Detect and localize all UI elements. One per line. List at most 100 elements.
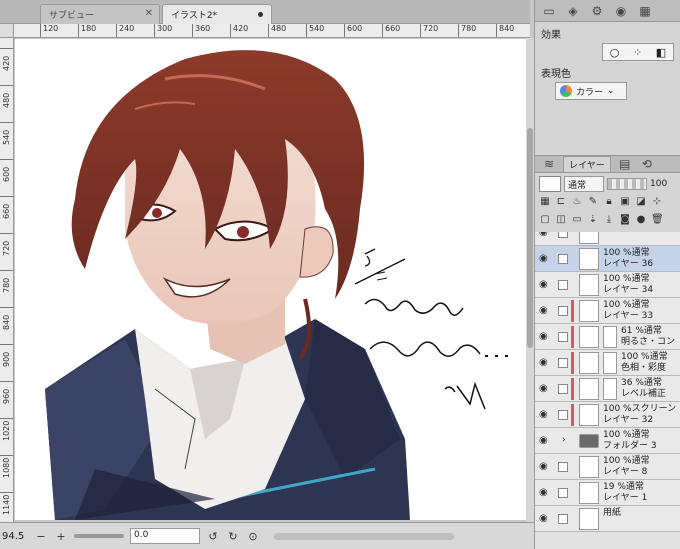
layer-row[interactable]: ◉ 100 %通常 レイヤー 8 xyxy=(535,454,680,480)
expression-color-dropdown[interactable]: カラー ⌄ xyxy=(555,82,627,100)
lock-transparent-icon[interactable]: ▣ xyxy=(619,196,631,208)
layer-select-checkbox[interactable] xyxy=(558,358,568,368)
ruler-left-label: 540 xyxy=(0,122,13,159)
layer-row[interactable]: ◉ 100 %スクリーン レイヤー 32 xyxy=(535,402,680,428)
zoom-slider[interactable] xyxy=(74,534,124,538)
layer-row[interactable]: ◉ › 100 %通常 フォルダー 3 xyxy=(535,428,680,454)
ruler-left-value: 720 xyxy=(2,240,11,256)
modified-dot-icon xyxy=(258,12,263,17)
zoom-out-button[interactable]: − xyxy=(34,530,48,543)
layer-row[interactable]: ◉ 61 %通常 明るさ・コン xyxy=(535,324,680,350)
layer-row[interactable]: ◉ レイヤー 37 xyxy=(535,232,680,246)
navigator-icon[interactable]: ▤ xyxy=(617,157,633,171)
rotation-angle-field[interactable]: 0.0 xyxy=(130,528,200,544)
transfer-down-icon[interactable]: ⇣ xyxy=(587,214,599,226)
visibility-eye-icon[interactable]: ◉ xyxy=(539,435,548,446)
merge-down-icon[interactable]: ⤓ xyxy=(603,214,615,226)
ruler-left-label: 720 xyxy=(0,233,13,270)
protect-alpha-icon[interactable]: ▦ xyxy=(539,196,551,208)
layer-row[interactable]: ◉ 19 %通常 レイヤー 1 xyxy=(535,480,680,506)
tab-layer[interactable]: レイヤー xyxy=(563,155,611,173)
visibility-eye-icon[interactable]: ◉ xyxy=(539,331,548,342)
layer-mask-icon[interactable]: ◙ xyxy=(619,214,631,226)
visibility-eye-icon[interactable]: ◉ xyxy=(539,305,548,316)
layer-select-checkbox[interactable] xyxy=(558,488,568,498)
brush-size-icon[interactable]: ⚙ xyxy=(589,4,605,18)
new-vector-layer-icon[interactable]: ◫ xyxy=(555,214,567,226)
drawing-canvas[interactable] xyxy=(15,39,526,520)
layer-stack-icon[interactable]: ≋ xyxy=(541,157,557,171)
layer-row[interactable]: ◉ 100 %通常 レイヤー 34 xyxy=(535,272,680,298)
layer-name: レイヤー 32 xyxy=(603,415,654,425)
color-set-icon[interactable]: ▦ xyxy=(637,4,653,18)
visibility-eye-icon[interactable]: ◉ xyxy=(539,513,548,524)
history-icon[interactable]: ⟲ xyxy=(639,157,655,171)
visibility-eye-icon[interactable]: ◉ xyxy=(539,279,548,290)
ruler-top-label: 240 xyxy=(116,24,134,37)
layer-row[interactable]: ◉ 36 %通常 レベル補正 xyxy=(535,376,680,402)
layer-select-checkbox[interactable] xyxy=(558,232,568,238)
color-mode-icon xyxy=(560,85,572,97)
new-raster-layer-icon[interactable]: ▢ xyxy=(539,214,551,226)
zoom-value: 94.5 xyxy=(2,530,25,542)
vertical-scroll-thumb[interactable] xyxy=(527,128,533,348)
layer-select-checkbox[interactable] xyxy=(558,384,568,394)
horizontal-scrollbar[interactable] xyxy=(274,532,454,540)
reference-icon[interactable]: ♨ xyxy=(571,196,583,208)
layer-select-checkbox[interactable] xyxy=(558,254,568,264)
mask-icon[interactable]: ◪ xyxy=(635,196,647,208)
layer-select-checkbox[interactable] xyxy=(558,462,568,472)
ruler-top-label: 540 xyxy=(306,24,324,37)
color-wheel-icon[interactable]: ◉ xyxy=(613,4,629,18)
layer-name: レイヤー 8 xyxy=(603,467,648,477)
clip-icon[interactable]: ⊏ xyxy=(555,196,567,208)
layer-select-checkbox[interactable] xyxy=(558,514,568,524)
tab-illust2[interactable]: イラスト2* xyxy=(162,4,272,24)
rotate-left-icon[interactable]: ↺ xyxy=(206,530,220,543)
visibility-eye-icon[interactable]: ◉ xyxy=(539,253,548,264)
circle-effect-icon[interactable]: ○ xyxy=(610,46,620,59)
layer-row[interactable]: ◉ 100 %通常 色相・彩度 xyxy=(535,350,680,376)
folder-expand-icon[interactable]: › xyxy=(562,435,566,445)
clipping-indicator xyxy=(571,404,574,426)
ruler-icon[interactable]: ⊹ xyxy=(651,196,663,208)
status-bar: 94.5 − + 0.0 ↺ ↻ ⊙ xyxy=(0,522,534,549)
layer-color-swatch[interactable] xyxy=(539,176,561,192)
lock-icon[interactable]: 🔒︎ xyxy=(603,196,615,208)
layer-select-checkbox[interactable] xyxy=(558,410,568,420)
delete-layer-icon[interactable]: 🗑︎ xyxy=(651,214,664,226)
ruler-left-label: 960 xyxy=(0,381,13,418)
texture-effect-icon[interactable]: ⁘ xyxy=(633,46,642,59)
layer-row[interactable]: ◉ 100 %通常 レイヤー 33 xyxy=(535,298,680,324)
sub-tool-icon[interactable]: ◈ xyxy=(565,4,581,18)
layer-select-checkbox[interactable] xyxy=(558,332,568,342)
draft-icon[interactable]: ✎ xyxy=(587,196,599,208)
reset-rotation-icon[interactable]: ⊙ xyxy=(246,530,260,543)
visibility-eye-icon[interactable]: ◉ xyxy=(539,232,548,238)
layers-effect-icon[interactable]: ◧ xyxy=(656,46,666,59)
layer-row[interactable]: ◉ 用紙 xyxy=(535,506,680,532)
folder-icon xyxy=(579,434,599,448)
layer-row[interactable]: ◉ 100 %通常 レイヤー 36 xyxy=(535,246,680,272)
rotate-right-icon[interactable]: ↻ xyxy=(226,530,240,543)
visibility-eye-icon[interactable]: ◉ xyxy=(539,357,548,368)
apply-mask-icon[interactable]: ● xyxy=(635,214,647,226)
tab-subview[interactable]: サブビュー ✕ xyxy=(40,4,160,24)
layer-select-checkbox[interactable] xyxy=(558,280,568,290)
visibility-eye-icon[interactable]: ◉ xyxy=(539,487,548,498)
opacity-value[interactable]: 100 xyxy=(650,179,667,189)
tool-property-icon[interactable]: ▭ xyxy=(541,4,557,18)
zoom-in-button[interactable]: + xyxy=(54,530,68,543)
close-icon[interactable]: ✕ xyxy=(145,8,153,19)
visibility-eye-icon[interactable]: ◉ xyxy=(539,461,548,472)
visibility-eye-icon[interactable]: ◉ xyxy=(539,409,548,420)
blend-mode-dropdown[interactable]: 通常 xyxy=(564,176,604,192)
opacity-slider[interactable] xyxy=(607,178,647,190)
layer-name: レイヤー 34 xyxy=(603,285,654,295)
effect-buttons[interactable]: ○ ⁘ ◧ xyxy=(602,43,674,61)
visibility-eye-icon[interactable]: ◉ xyxy=(539,383,548,394)
new-folder-icon[interactable]: ▭ xyxy=(571,214,583,226)
layer-select-checkbox[interactable] xyxy=(558,306,568,316)
layer-label: レイヤー 37 xyxy=(603,232,653,233)
vertical-scrollbar[interactable] xyxy=(526,38,534,522)
